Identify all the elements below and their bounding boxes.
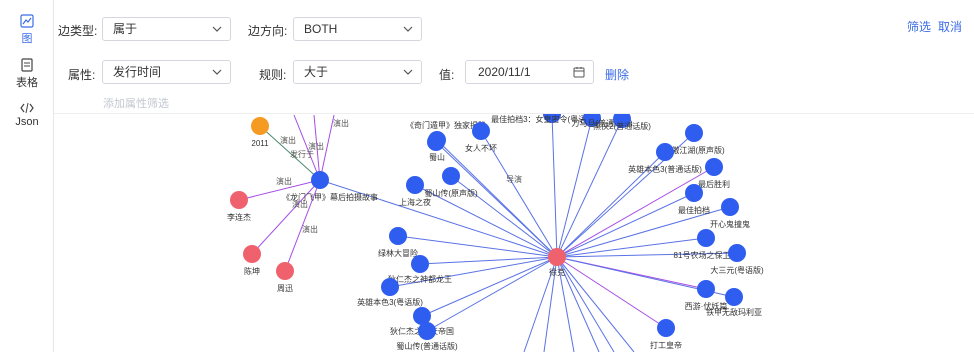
- attribute-value: 发行时间: [113, 65, 162, 79]
- chevron-down-icon: [212, 69, 222, 75]
- edge-type-select[interactable]: 属于: [102, 17, 231, 41]
- edge-label: 导演: [506, 174, 522, 184]
- graph-node-label: 最佳拍档: [678, 205, 710, 215]
- graph-node-zhsl[interactable]: [705, 158, 723, 176]
- graph-node-drj[interactable]: [411, 255, 429, 273]
- graph-node-lmhz[interactable]: [311, 171, 329, 189]
- graph-node-label: 李连杰: [227, 212, 251, 222]
- graph-node-label: 最后胜利: [698, 179, 730, 189]
- edge-label: 演出: [333, 118, 349, 128]
- graph-edge: [251, 179, 321, 255]
- graph-node-sscz[interactable]: [442, 167, 460, 185]
- graph-node-label: 周迅: [277, 284, 293, 293]
- graph-edge: [421, 256, 558, 317]
- filter-button[interactable]: 筛选: [907, 18, 931, 35]
- graph-edge: [556, 118, 623, 258]
- edge-type-label: 边类型:: [58, 24, 98, 38]
- edge-direction-select[interactable]: BOTH: [293, 17, 422, 41]
- graph-node-lzj[interactable]: [230, 191, 248, 209]
- graph-node-label: 铁甲无敌玛利亚: [706, 307, 762, 317]
- graph-node-dsy[interactable]: [728, 244, 746, 262]
- graph-node-nrx[interactable]: [472, 122, 490, 140]
- sidebar-item-json[interactable]: Json: [0, 102, 54, 128]
- graph-node-xjh[interactable]: [685, 124, 703, 142]
- graph-node-shzy[interactable]: [406, 176, 424, 194]
- graph-node-label: 大三元(粤语版): [710, 265, 764, 275]
- graph-node-label: 英雄本色3(普通话版): [628, 164, 702, 174]
- edge-label: 演出: [280, 135, 296, 145]
- graph-node-label: 陈坤: [244, 266, 260, 276]
- filter-panel: 边类型: 属于 边方向: BOTH 属性: 发行时间 规则: 大于 值: 202…: [54, 0, 974, 114]
- graph-node-label: 蜀山传(普通话版): [396, 341, 458, 351]
- graph-node-yqxz[interactable]: [697, 229, 715, 247]
- graph-node-ck[interactable]: [243, 245, 261, 263]
- sidebar-label-graph: 图: [21, 33, 33, 45]
- graph-node-label: 女人不坏: [465, 143, 497, 153]
- graph-node-xyfy[interactable]: [697, 280, 715, 298]
- graph-node-label: 绿林大冒险: [378, 248, 418, 258]
- edge-label: 演出: [276, 176, 292, 186]
- graph-node-n2011[interactable]: [251, 117, 269, 135]
- main-panel: 演出 演出 演出 发行于 演出 演出 演出 导演 2011 李连杰 陈坤 周迅 《龙门飞甲》幕后拍摄故…: [54, 0, 974, 352]
- graph-edge: [556, 256, 667, 329]
- graph-node-label: 徐克: [549, 267, 565, 277]
- delete-link[interactable]: 删除: [605, 66, 629, 83]
- chevron-down-icon: [403, 26, 413, 32]
- graph-node-ss[interactable]: [428, 131, 446, 149]
- edge-label: 演出: [308, 141, 324, 151]
- cancel-button[interactable]: 取消: [938, 18, 962, 35]
- rule-value: 大于: [304, 65, 329, 79]
- graph-node-label: 打工皇帝: [650, 340, 682, 350]
- table-icon: [21, 58, 33, 72]
- graph-edge: [556, 192, 695, 258]
- sidebar-label-json: Json: [15, 116, 39, 128]
- graph-node-kxgzg[interactable]: [721, 198, 739, 216]
- graph-node-label: 英雄本色3(粤语版): [357, 297, 423, 307]
- graph-node-zjpd2[interactable]: [685, 184, 703, 202]
- sidebar-label-table: 表格: [16, 77, 38, 89]
- chevron-down-icon: [212, 26, 222, 32]
- graph-node-label: 《龙门飞甲》幕后拍摄故事: [282, 192, 378, 202]
- value-label: 值:: [439, 68, 455, 82]
- graph-node-llmx[interactable]: [389, 227, 407, 245]
- graph-edge: [426, 256, 558, 332]
- attribute-select[interactable]: 发行时间: [102, 60, 231, 84]
- edge-type-value: 属于: [113, 22, 138, 36]
- graph-node-yxbs[interactable]: [381, 278, 399, 296]
- code-icon: [20, 102, 34, 114]
- edge-direction-label: 边方向:: [248, 24, 288, 38]
- graph-node-label: 黑侠2(普通话版): [593, 121, 651, 131]
- chevron-down-icon: [403, 69, 413, 75]
- graph-node-label: 蜀山传(原声版): [424, 188, 478, 198]
- value-date-text: 2020/11/1: [478, 65, 531, 79]
- add-attribute-filter-link[interactable]: 添加属性筛选: [103, 95, 169, 111]
- calendar-icon: [573, 67, 585, 78]
- attribute-label: 属性:: [68, 68, 96, 82]
- graph-node-yxbs3[interactable]: [656, 143, 674, 161]
- graph-node-label: 上海之夜: [399, 197, 431, 207]
- graph-node-hub[interactable]: [548, 248, 566, 266]
- graph-node-ssz[interactable]: [418, 322, 436, 340]
- graph-node-label: 开心鬼撞鬼: [710, 219, 750, 229]
- sidebar: 图 表格 Json: [0, 0, 54, 352]
- graph-edge: [556, 117, 593, 258]
- edge-label: 演出: [302, 224, 318, 234]
- sidebar-item-graph[interactable]: 图: [0, 14, 54, 46]
- graph-node-zx[interactable]: [276, 262, 294, 280]
- rule-label: 规则:: [259, 68, 287, 82]
- graph-node-label: 蜀山: [429, 152, 445, 162]
- graph-node-dxm[interactable]: [657, 319, 675, 337]
- graph-node-tjwd[interactable]: [725, 288, 743, 306]
- graph-node-label: 2011: [251, 139, 269, 148]
- edge-direction-value: BOTH: [304, 22, 338, 36]
- rule-select[interactable]: 大于: [293, 60, 422, 84]
- chart-icon: [20, 14, 34, 28]
- graph-edge: [551, 113, 558, 258]
- sidebar-item-table[interactable]: 表格: [0, 58, 54, 90]
- value-date-input[interactable]: 2020/11/1: [465, 60, 594, 84]
